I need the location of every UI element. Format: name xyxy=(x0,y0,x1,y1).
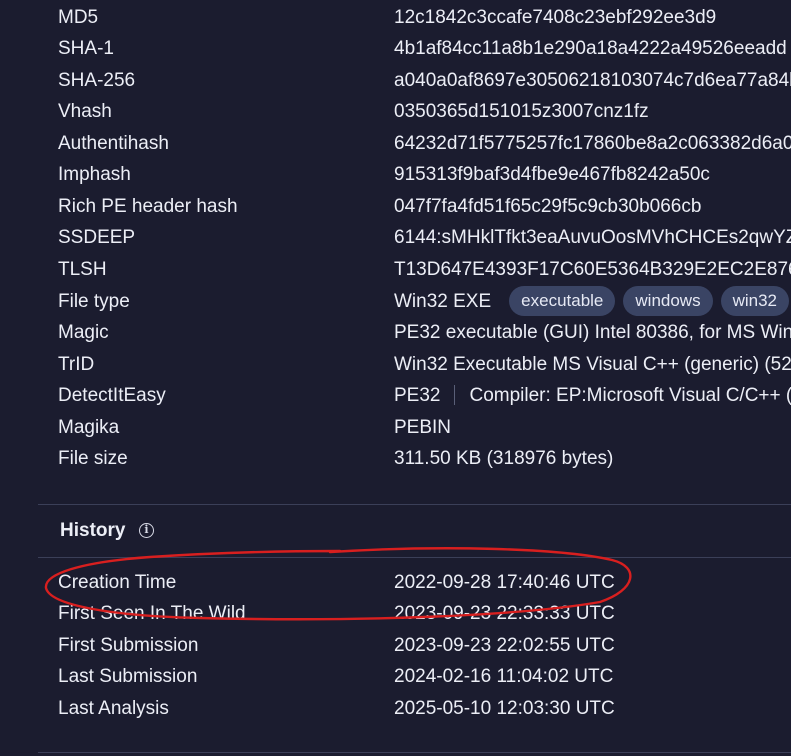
property-row-file-type: File type Win32 EXE executable windows win3… xyxy=(0,286,791,317)
property-label: TrID xyxy=(58,354,95,375)
property-value: 915313f9baf3d4fbe9e467fb8242a50c xyxy=(394,164,710,185)
detectiteasy-compiler: Compiler: EP:Microsoft Visual C/C++ ( xyxy=(469,385,791,406)
property-row-magic: Magic PE32 executable (GUI) Intel 80386,… xyxy=(0,317,791,348)
property-value: 64232d71f5775257fc17860be8a2c063382d6a0 xyxy=(394,133,791,154)
tag-executable[interactable]: executable xyxy=(509,286,616,316)
value-separator xyxy=(454,385,456,405)
history-value: 2025-05-10 12:03:30 UTC xyxy=(394,698,615,719)
property-label: Authentihash xyxy=(58,133,169,154)
file-type-text: Win32 EXE xyxy=(394,291,492,312)
property-value: 6144:sMHklTfkt3eaAuvuOosMVhCHCEs2qwYZ xyxy=(394,227,791,248)
history-value: 2023-09-23 22:02:55 UTC xyxy=(394,635,615,656)
history-row-first-submission: First Submission 2023-09-23 22:02:55 UTC xyxy=(0,630,791,661)
history-value: 2022-09-28 17:40:46 UTC xyxy=(394,572,615,593)
property-label: Rich PE header hash xyxy=(58,196,238,217)
property-label: Magika xyxy=(58,417,120,438)
tag-windows[interactable]: windows xyxy=(623,286,713,316)
section-divider xyxy=(38,504,791,505)
property-row-trid: TrID Win32 Executable MS Visual C++ (gen… xyxy=(0,349,791,380)
property-label: Magic xyxy=(58,322,109,343)
property-value: 311.50 KB (318976 bytes) xyxy=(394,448,614,469)
detectiteasy-format: PE32 xyxy=(394,385,441,406)
property-value: PE32 Compiler: EP:Microsoft Visual C/C++ … xyxy=(394,380,791,411)
property-row-authentihash: Authentihash 64232d71f5775257fc17860be8a… xyxy=(0,128,791,159)
history-label: Last Submission xyxy=(58,666,198,687)
property-label: File size xyxy=(58,448,128,469)
property-value: 12c1842c3ccafe7408c23ebf292ee3d9 xyxy=(394,7,717,28)
property-label: DetectItEasy xyxy=(58,385,166,406)
property-row-sha1: SHA-1 4b1af84cc11a8b1e290a18a4222a49526e… xyxy=(0,33,791,64)
property-value: a040a0af8697e30506218103074c7d6ea77a84b xyxy=(394,70,791,91)
property-value: T13D647E4393F17C60E5364B329E2EC2E8761 xyxy=(394,259,791,280)
property-value: PE32 executable (GUI) Intel 80386, for M… xyxy=(394,322,791,343)
property-label: SHA-256 xyxy=(58,70,136,91)
info-circle-icon[interactable]: i xyxy=(139,523,154,538)
property-row-imphash: Imphash 915313f9baf3d4fbe9e467fb8242a50c xyxy=(0,159,791,190)
property-label: Imphash xyxy=(58,164,131,185)
property-value: Win32 EXE executable windows win32 xyxy=(394,286,790,317)
history-label: Last Analysis xyxy=(58,698,169,719)
history-row-creation-time: Creation Time 2022-09-28 17:40:46 UTC xyxy=(0,567,791,598)
history-value: 2023-09-23 22:33:33 UTC xyxy=(394,603,615,624)
history-label: Creation Time xyxy=(58,572,177,593)
property-row-tlsh: TLSH T13D647E4393F17C60E5364B329E2EC2E87… xyxy=(0,254,791,285)
property-label: File type xyxy=(58,291,130,312)
property-label: MD5 xyxy=(58,7,99,28)
history-value: 2024-02-16 11:04:02 UTC xyxy=(394,666,614,687)
section-header-divider xyxy=(38,557,791,558)
tag-win32[interactable]: win32 xyxy=(720,286,790,316)
history-label: First Seen In The Wild xyxy=(58,603,246,624)
property-row-ssdeep: SSDEEP 6144:sMHklTfkt3eaAuvuOosMVhCHCEs2… xyxy=(0,222,791,253)
property-row-rich-pe-header-hash: Rich PE header hash 047f7fa4fd51f65c29f5… xyxy=(0,191,791,222)
history-row-last-submission: Last Submission 2024-02-16 11:04:02 UTC xyxy=(0,661,791,692)
history-label: First Submission xyxy=(58,635,199,656)
history-row-last-analysis: Last Analysis 2025-05-10 12:03:30 UTC xyxy=(0,693,791,724)
property-row-magika: Magika PEBIN xyxy=(0,412,791,443)
property-value: PEBIN xyxy=(394,417,452,438)
property-value: 4b1af84cc11a8b1e290a18a4222a49526eeadd xyxy=(394,38,787,59)
property-label: Vhash xyxy=(58,101,112,122)
section-bottom-divider xyxy=(38,752,791,753)
property-row-sha256: SHA-256 a040a0af8697e30506218103074c7d6e… xyxy=(0,65,791,96)
property-row-vhash: Vhash 0350365d151015z3007cnz1fz xyxy=(0,96,791,127)
property-label: SHA-1 xyxy=(58,38,114,59)
property-value: 0350365d151015z3007cnz1fz xyxy=(394,101,649,122)
history-section-title: History xyxy=(60,520,126,541)
property-row-file-size: File size 311.50 KB (318976 bytes) xyxy=(0,443,791,474)
property-row-detectiteasy: DetectItEasy PE32 Compiler: EP:Microsoft … xyxy=(0,380,791,411)
property-label: TLSH xyxy=(58,259,107,280)
property-row-md5: MD5 12c1842c3ccafe7408c23ebf292ee3d9 xyxy=(0,2,791,33)
property-label: SSDEEP xyxy=(58,227,136,248)
property-value: Win32 Executable MS Visual C++ (generic)… xyxy=(394,354,791,375)
property-value: 047f7fa4fd51f65c29f5c9cb30b066cb xyxy=(394,196,702,217)
history-row-first-seen-in-the-wild: First Seen In The Wild 2023-09-23 22:33:… xyxy=(0,598,791,629)
